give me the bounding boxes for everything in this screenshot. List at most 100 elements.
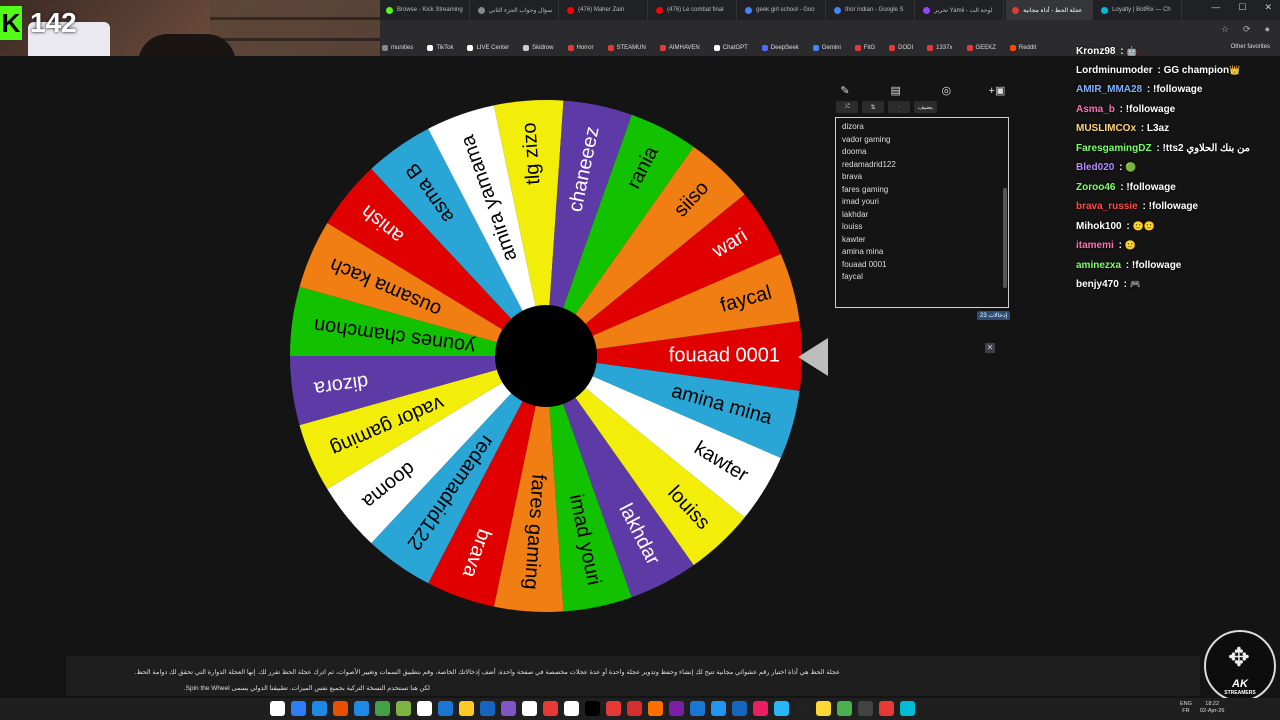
add-image-icon[interactable]: +▣ (988, 84, 1006, 97)
chat-username[interactable]: AMIR_MMA28 (1076, 84, 1142, 95)
bookmark-item[interactable]: Gemini (812, 45, 841, 51)
chat-username[interactable]: brava_russie (1076, 201, 1138, 212)
chat-username[interactable]: Bled020 (1076, 162, 1114, 173)
chat-username[interactable]: Mihok100 (1076, 221, 1122, 232)
favorites-icon[interactable]: ☆ (1221, 24, 1229, 35)
browser-tab[interactable]: thor indian - Google S (828, 0, 916, 20)
taskbar-app-icon[interactable] (291, 701, 306, 716)
chat-username[interactable]: itamemi (1076, 240, 1114, 251)
close-ad-button[interactable]: ✕ (985, 343, 995, 353)
bookmark-label: DODI (898, 45, 914, 51)
entry-line: louiss (842, 222, 863, 231)
profile-icon[interactable]: ● (1265, 24, 1270, 35)
wheel-hub[interactable] (495, 305, 597, 407)
extensions-icon[interactable]: ⟳ (1243, 24, 1251, 35)
browser-tab[interactable]: (476) Maher Zain (561, 0, 649, 20)
taskbar-app-icon[interactable] (816, 701, 831, 716)
bookmark-item[interactable]: AIMHAVEN (659, 45, 700, 51)
taskbar-app-icon[interactable] (396, 701, 411, 716)
entries-textarea[interactable]: dizora vador gaming dooma redamadrid122 brav… (835, 117, 1009, 308)
chat-username[interactable]: MUSLIMCOx (1076, 123, 1136, 134)
bookmark-favicon-icon (427, 45, 434, 51)
taskbar-app-icon[interactable] (900, 701, 915, 716)
taskbar-app-icon[interactable] (585, 701, 600, 716)
taskbar-app-icon[interactable] (858, 701, 873, 716)
clipboard-icon[interactable]: ▤ (887, 84, 905, 97)
taskbar-app-icon[interactable] (753, 701, 768, 716)
taskbar-app-icon[interactable] (480, 701, 495, 716)
bookmark-item[interactable]: GEEKZ (966, 45, 996, 51)
clock[interactable]: 18:22 02-Apr-26 (1200, 701, 1224, 715)
chat-username[interactable]: benjy470 (1076, 279, 1119, 290)
taskbar-app-icon[interactable] (606, 701, 621, 716)
chat-username[interactable]: Zoroo46 (1076, 182, 1115, 193)
taskbar-app-icon[interactable] (627, 701, 642, 716)
hide-icon[interactable]: ◎ (937, 84, 955, 97)
language-top: ENG (1180, 701, 1192, 707)
taskbar-app-icon[interactable] (417, 701, 432, 716)
chat-username[interactable]: FaresgamingDZ (1076, 143, 1152, 154)
maximize-icon[interactable]: ☐ (1238, 2, 1246, 13)
bookmark-item[interactable]: Reddit (1009, 45, 1036, 51)
add-button[interactable]: يضيف (914, 101, 937, 113)
sort-button[interactable]: ⇅ (862, 101, 884, 113)
bookmark-item[interactable]: Horror (567, 45, 594, 51)
taskbar-app-icon[interactable] (501, 701, 516, 716)
edit-icon[interactable]: ✎ (836, 84, 854, 97)
taskbar-app-icon[interactable] (648, 701, 663, 716)
taskbar-app-icon[interactable] (312, 701, 327, 716)
entry-line: fouaad 0001 (842, 259, 887, 269)
browser-tab[interactable]: عجلة الحظ - أداة مجانية (1006, 0, 1094, 20)
taskbar-app-icon[interactable] (375, 701, 390, 716)
taskbar-app-icon[interactable] (837, 701, 852, 716)
bookmark-item[interactable]: Skidrow (523, 45, 554, 51)
logo-text: AK (1232, 678, 1248, 690)
taskbar-app-icon[interactable] (711, 701, 726, 716)
taskbar-app-icon[interactable] (732, 701, 747, 716)
bookmark-item[interactable]: STEAMUN (607, 45, 646, 51)
taskbar-app-icon[interactable] (690, 701, 705, 716)
taskbar-app-icon[interactable] (879, 701, 894, 716)
taskbar-app-icon[interactable] (774, 701, 789, 716)
chat-username[interactable]: Asma_b (1076, 104, 1115, 115)
chat-username[interactable]: Kronz98 (1076, 46, 1115, 57)
language-indicator[interactable]: ENG FR (1180, 701, 1192, 715)
taskbar-app-icon[interactable] (543, 701, 558, 716)
browser-tab[interactable]: Loyalty | BotRix — Ch (1095, 0, 1183, 20)
browser-tab[interactable]: geek girl school - Goo (739, 0, 827, 20)
address-bar[interactable]: ☆ ⟳ ● (380, 20, 1280, 40)
entries-scrollbar[interactable] (1003, 188, 1007, 288)
bookmark-item[interactable]: FitG (854, 45, 875, 51)
bookmark-item[interactable]: DeepSeek (761, 45, 799, 51)
bookmark-item[interactable]: TikTok (427, 45, 453, 51)
taskbar-app-icon[interactable] (333, 701, 348, 716)
description-line-2: لكن هنا تستخدم النسخة التركية بجميع نفس … (183, 685, 430, 692)
browser-tab[interactable]: (476) Le combat final (650, 0, 738, 20)
bookmark-item[interactable]: 1337x (927, 45, 953, 51)
bookmark-item[interactable]: DODI (889, 45, 913, 51)
taskbar-app-icon[interactable] (354, 701, 369, 716)
close-icon[interactable]: ✕ (1264, 2, 1272, 13)
taskbar-app-icon[interactable] (438, 701, 453, 716)
chat-username[interactable]: Lordminumoder (1076, 65, 1153, 76)
taskbar-app-icon[interactable] (459, 701, 474, 716)
bookmark-favicon-icon (659, 45, 666, 51)
settings-button[interactable]: · (888, 101, 910, 113)
minimize-icon[interactable]: — (1211, 2, 1220, 13)
browser-tab[interactable]: سؤال وجواب الجزء الثاني (472, 0, 560, 20)
chat-username[interactable]: aminezxa (1076, 260, 1121, 271)
taskbar-app-icon[interactable] (270, 701, 285, 716)
taskbar-app-icon[interactable] (795, 701, 810, 716)
wheel-of-names[interactable]: fouaad 0001amina minakawterlouisslakhdar… (288, 98, 804, 614)
taskbar-app-icon[interactable] (522, 701, 537, 716)
browser-tab[interactable]: Browse - Kick Streaming (380, 0, 470, 20)
bookmark-item[interactable]: ChatGPT (713, 45, 748, 51)
taskbar-app-icon[interactable] (669, 701, 684, 716)
window-controls: — ☐ ✕ (1211, 2, 1272, 13)
bookmark-item[interactable]: munities (382, 45, 413, 51)
taskbar-app-icon[interactable] (564, 701, 579, 716)
bookmark-item[interactable]: LIVE Center (467, 45, 509, 51)
browser-tab[interactable]: تحرير Yamii - لوحة الت (917, 0, 1005, 20)
shuffle-button[interactable]: ⤮ (836, 101, 858, 113)
address-bar-icons: ☆ ⟳ ● (1221, 24, 1270, 35)
